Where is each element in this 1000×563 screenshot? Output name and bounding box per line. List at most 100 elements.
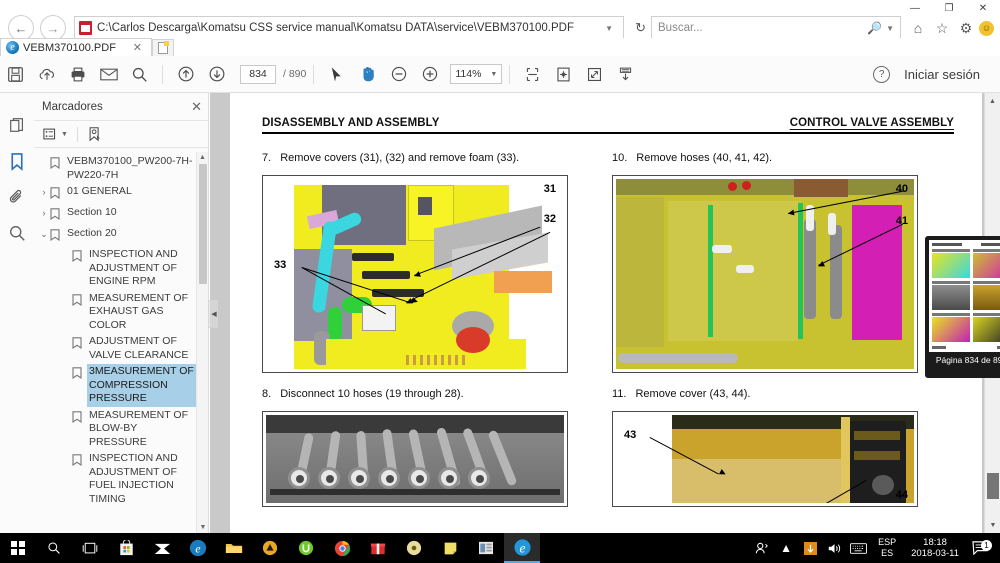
page-total-label: / 890 <box>283 68 307 80</box>
internet-explorer[interactable]: e <box>504 533 540 563</box>
search-box[interactable]: Buscar... 🔍 ▼ <box>651 16 901 40</box>
bookmarks-tree[interactable]: VEBM370100_PW200-7H-PW220-7H › 01 GENERAL ›… <box>34 148 208 533</box>
hand-icon[interactable] <box>352 59 383 89</box>
bookmark-item[interactable]: INSPECTION AND ADJUSTMENT OF FUEL INJECT… <box>38 451 198 507</box>
bookmark-item[interactable]: MEASUREMENT OF BLOW-BY PRESSURE <box>38 408 198 451</box>
bookmark-item[interactable]: ⌄ Section 20 <box>38 226 198 246</box>
page-thumbnails-icon[interactable] <box>0 107 34 143</box>
task-view-icon <box>82 542 98 553</box>
language-indicator[interactable]: ESP ES <box>870 537 904 559</box>
zoom-in-icon[interactable] <box>414 59 445 89</box>
email-icon[interactable] <box>93 59 124 89</box>
attachments-icon[interactable] <box>0 179 34 215</box>
scrollbar-thumb[interactable] <box>987 473 999 499</box>
new-bookmark-icon[interactable] <box>84 123 106 145</box>
chevron-down-icon[interactable]: ▼ <box>61 131 68 138</box>
task-view[interactable] <box>72 533 108 563</box>
feedback-smiley-icon[interactable]: ☺ <box>979 20 994 36</box>
sticky-notes[interactable] <box>432 533 468 563</box>
sidebar-collapse-handle[interactable]: ◀ <box>210 300 218 328</box>
next-page-icon[interactable] <box>201 59 232 89</box>
toolbar-separator <box>313 64 315 84</box>
toolbar-separator <box>76 126 78 142</box>
gift-app[interactable] <box>360 533 396 563</box>
cursor-arrow-icon[interactable] <box>321 59 352 89</box>
people-icon[interactable] <box>750 533 774 563</box>
microsoft-edge[interactable]: e <box>180 533 216 563</box>
bookmarks-icon[interactable] <box>0 143 34 179</box>
keyboard-icon[interactable] <box>846 533 870 563</box>
fullscreen-icon[interactable] <box>579 59 610 89</box>
address-bar[interactable]: C:\Carlos Descarga\Komatsu CSS service m… <box>74 16 625 40</box>
figure-callout: 41 <box>895 215 908 227</box>
language-code: ESP <box>878 537 897 547</box>
chevron-down-icon[interactable]: ▼ <box>599 24 619 33</box>
chevron-down-icon[interactable]: ▼ <box>490 71 497 78</box>
twisty-icon[interactable]: › <box>38 205 50 221</box>
amule-app[interactable] <box>252 533 288 563</box>
fit-page-icon[interactable] <box>548 59 579 89</box>
search-taskbar[interactable] <box>36 533 72 563</box>
bookmark-item[interactable]: › Section 10 <box>38 205 198 225</box>
scroll-up-icon[interactable]: ▲ <box>985 93 1000 109</box>
scrollbar-thumb[interactable] <box>199 164 207 284</box>
scroll-up-icon[interactable]: ▲ <box>197 152 208 163</box>
close-icon[interactable]: ✕ <box>128 41 147 54</box>
read-mode-icon[interactable] <box>610 59 641 89</box>
show-hidden-icons-icon[interactable]: ▲ <box>774 533 798 563</box>
zoom-out-icon[interactable] <box>383 59 414 89</box>
reload-icon[interactable]: ↻ <box>630 20 651 36</box>
step-item: 11. Remove cover (43, 44). <box>612 387 922 401</box>
search-input[interactable]: Buscar... <box>658 22 867 34</box>
previous-page-icon[interactable] <box>170 59 201 89</box>
save-icon[interactable] <box>0 59 31 89</box>
mail-app[interactable] <box>144 533 180 563</box>
microsoft-store[interactable] <box>108 533 144 563</box>
bookmark-item[interactable]: › 01 GENERAL <box>38 184 198 204</box>
twisty-icon[interactable]: › <box>38 184 50 200</box>
volume-icon[interactable] <box>822 533 846 563</box>
gear-icon[interactable]: ⚙ <box>955 17 977 39</box>
help-button[interactable]: ? <box>873 65 891 83</box>
action-center-icon[interactable]: 1 <box>966 540 994 555</box>
search-icon[interactable] <box>124 59 155 89</box>
close-icon[interactable]: ✕ <box>191 99 202 115</box>
page-number-input[interactable]: 834 <box>240 64 276 84</box>
search-icon[interactable] <box>0 215 34 251</box>
home-icon[interactable]: ⌂ <box>907 17 929 39</box>
search-icon[interactable]: 🔍 <box>867 21 882 35</box>
bookmarks-scrollbar[interactable]: ▲ ▼ <box>196 152 208 533</box>
twisty-icon[interactable]: ⌄ <box>38 226 50 242</box>
bookmark-item[interactable]: INSPECTION AND ADJUSTMENT OF ENGINE RPM <box>38 247 198 290</box>
star-icon[interactable]: ☆ <box>931 17 953 39</box>
print-icon[interactable] <box>62 59 93 89</box>
document-viewport[interactable]: DISASSEMBLY AND ASSEMBLY CONTROL VALVE A… <box>210 93 1000 533</box>
scroll-down-icon[interactable]: ▼ <box>985 517 1000 533</box>
updates-icon[interactable] <box>798 533 822 563</box>
store-icon <box>119 540 133 556</box>
bookmark-item[interactable]: 3MEASUREMENT OF COMPRESSION PRESSURE <box>38 364 198 407</box>
bookmark-item[interactable]: VEBM370100_PW200-7H-PW220-7H <box>38 154 198 183</box>
browser-tab[interactable]: VEBM370100.PDF ✕ <box>0 38 152 56</box>
disc-burner[interactable] <box>396 533 432 563</box>
bookmark-options-icon[interactable]: ▼ <box>40 123 71 145</box>
chevron-down-icon[interactable]: ▼ <box>886 24 894 33</box>
file-explorer[interactable] <box>216 533 252 563</box>
reader-app[interactable] <box>468 533 504 563</box>
google-chrome[interactable] <box>324 533 360 563</box>
utorrent-app[interactable] <box>288 533 324 563</box>
new-tab-button[interactable] <box>152 39 174 56</box>
upload-cloud-icon[interactable] <box>31 59 62 89</box>
zoom-level-select[interactable]: 114% ▼ <box>450 64 503 84</box>
bookmark-item[interactable]: MEASUREMENT OF EXHAUST GAS COLOR <box>38 291 198 334</box>
signin-link[interactable]: Iniciar sesión <box>904 67 980 82</box>
clock[interactable]: 18:18 2018-03-11 <box>904 537 966 559</box>
scroll-down-icon[interactable]: ▼ <box>197 522 208 533</box>
edge-icon: e <box>189 539 207 557</box>
start-button[interactable] <box>0 533 36 563</box>
bookmarks-panel-title: Marcadores <box>42 100 103 113</box>
svg-text:e: e <box>195 543 200 556</box>
fit-width-icon[interactable] <box>517 59 548 89</box>
bookmark-item[interactable]: ADJUSTMENT OF VALVE CLEARANCE <box>38 334 198 363</box>
figure-image: 31 32 33 <box>266 179 564 369</box>
